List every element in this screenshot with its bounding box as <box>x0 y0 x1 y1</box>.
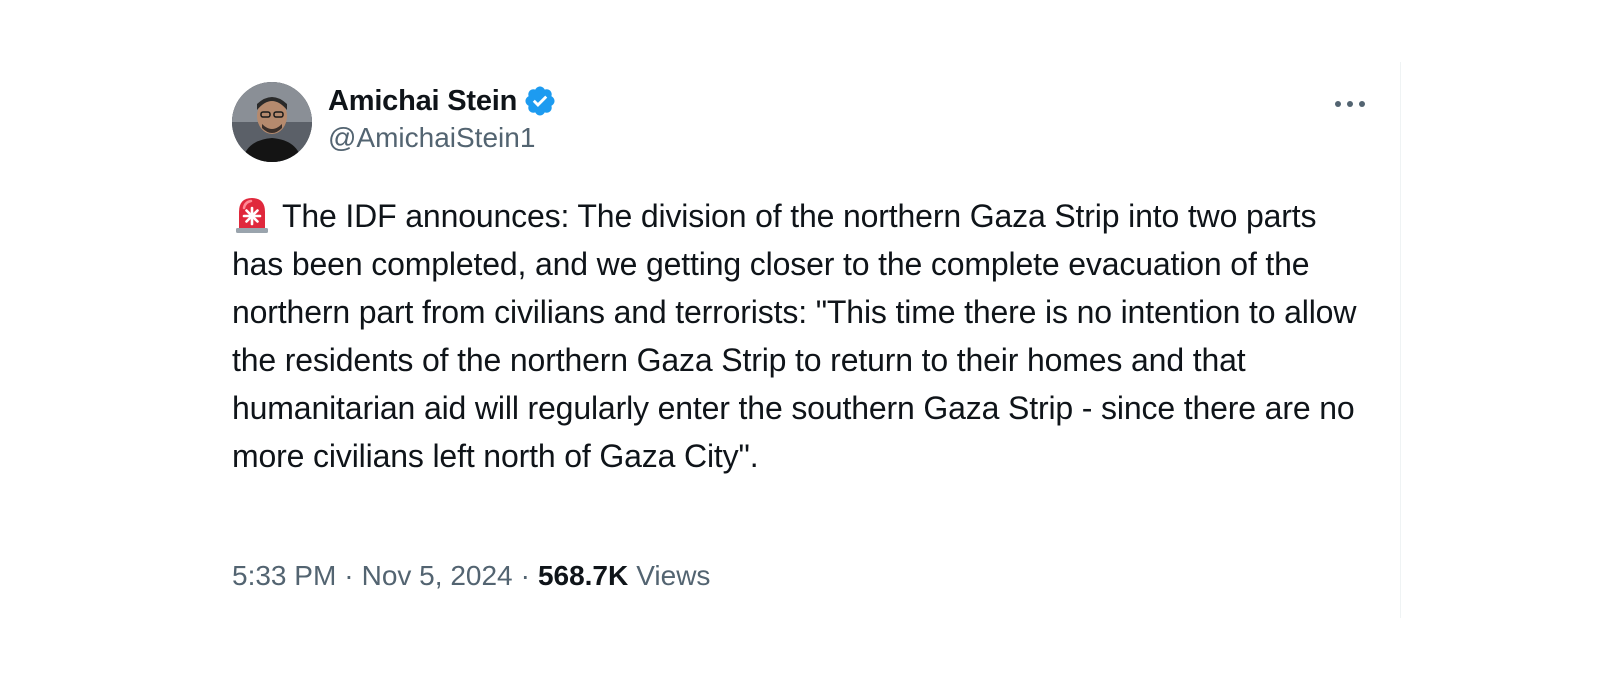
tweet-meta: 5:33 PM · Nov 5, 2024 · 568.7K Views <box>232 560 710 592</box>
column-divider <box>1400 62 1401 618</box>
author-handle[interactable]: @AmichaiStein1 <box>328 122 557 154</box>
rotating-light-emoji-icon <box>232 194 272 234</box>
views-count[interactable]: 568.7K <box>538 560 628 592</box>
meta-separator: · <box>520 560 530 591</box>
views-label: Views <box>636 560 711 591</box>
tweet-date[interactable]: Nov 5, 2024 <box>362 560 513 592</box>
avatar[interactable] <box>232 82 312 162</box>
author-block: Amichai Stein @AmichaiStein1 <box>328 82 557 154</box>
more-options-icon[interactable] <box>1330 90 1370 118</box>
tweet-card: Amichai Stein @AmichaiStein1 The IDF ann… <box>0 0 1600 675</box>
verified-badge-icon[interactable] <box>523 84 557 118</box>
tweet-text: The IDF announces: The division of the n… <box>232 192 1362 480</box>
meta-separator: · <box>344 560 354 591</box>
author-display-name[interactable]: Amichai Stein <box>328 85 517 118</box>
author-name-row: Amichai Stein <box>328 82 557 120</box>
tweet-time[interactable]: 5:33 PM <box>232 560 336 592</box>
tweet-body: The IDF announces: The division of the n… <box>232 198 1357 474</box>
